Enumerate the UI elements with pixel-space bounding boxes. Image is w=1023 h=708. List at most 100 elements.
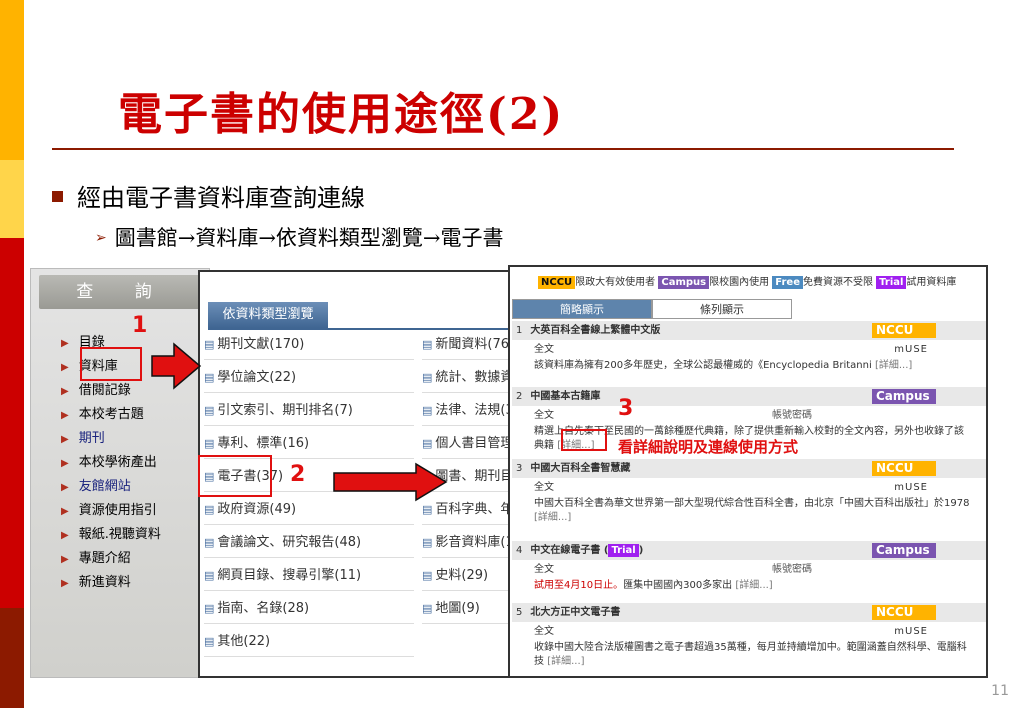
flag-icon: ▶ — [61, 338, 69, 349]
category-bibliography[interactable]: ▤個人書目管理(2) — [422, 429, 508, 459]
search-menu-panel: 查 詢 ▶ 目錄 ▶ 資料庫 ▶ 借閱記錄 ▶ 本校考古題 ▶ 期刊 ▶ 本校學術產出 ▶ 友… — [30, 268, 210, 678]
category-law[interactable]: ▤法律、法規(32) — [422, 396, 508, 426]
ebook-description: 該資料庫為擁有200多年歷史，全球公認最權威的《Encyclopedia Bri… — [534, 360, 872, 371]
arrow-right-icon — [333, 462, 448, 502]
muse-link[interactable]: mUSE — [894, 622, 928, 641]
decor-bar-light-yellow — [0, 160, 24, 238]
document-icon: ▤ — [422, 602, 433, 615]
bullet-sub: ➢ 圖書館→資料庫→依資料類型瀏覽→電子書 — [95, 222, 504, 252]
category-conference[interactable]: ▤ 會議論文、研究報告(48) — [204, 528, 414, 558]
decor-bar-yellow — [0, 0, 24, 160]
category-theses[interactable]: ▤ 學位論文(22) — [204, 363, 414, 393]
menu-item-newspapers[interactable]: ▶ 報紙.視聽資料 — [61, 523, 161, 542]
document-icon: ▤ — [204, 602, 215, 615]
document-icon: ▤ — [422, 371, 433, 384]
ebook-entry: 1 大英百科全書線上繁體中文版 NCCU 全文 mUSE 該資料庫為擁有200多年歷… — [512, 321, 986, 373]
document-icon: ▤ — [422, 569, 433, 582]
category-guides[interactable]: ▤ 指南、名錄(28) — [204, 594, 414, 624]
step-number-3: 3 — [618, 396, 634, 421]
step-number-1: 1 — [132, 313, 148, 338]
detail-link[interactable]: [詳細...] — [875, 360, 912, 371]
flag-icon: ▶ — [61, 482, 69, 493]
document-icon: ▤ — [204, 503, 215, 516]
menu-item-journals[interactable]: ▶ 期刊 — [61, 427, 105, 446]
ebook-title-link[interactable]: 大英百科全書線上繁體中文版 — [530, 325, 660, 336]
category-history[interactable]: ▤ 史料(29) — [422, 561, 508, 591]
document-icon: ▤ — [204, 635, 215, 648]
ebook-entry: 4 中文在線電子書 (Trial) Campus 全文 帳號密碼 試用至4月10日止… — [512, 541, 986, 593]
legend-campus-tag: Campus — [658, 276, 710, 289]
ebook-description: 匯集中國國內300多家出 — [623, 580, 733, 591]
bullet-main: 經由電子書資料庫查詢連線 — [52, 178, 365, 213]
trial-period-note: 試用至4月10日止。 — [534, 580, 624, 591]
flag-icon: ▶ — [61, 458, 69, 469]
document-icon: ▤ — [204, 437, 215, 450]
muse-link[interactable]: mUSE — [894, 340, 928, 359]
highlight-ebook-box — [198, 455, 272, 497]
bullet-main-text: 經由電子書資料庫查詢連線 — [77, 184, 365, 212]
flag-icon: ▶ — [61, 410, 69, 421]
category-news[interactable]: ▤ 新聞資料(76) — [422, 330, 508, 360]
menu-item-resource-guide[interactable]: ▶ 資源使用指引 — [61, 499, 157, 518]
document-icon: ▤ — [422, 338, 433, 351]
ebook-entry: 5 北大方正中文電子書 NCCU 全文 mUSE 收錄中國大陸合法版權圖書之電子書超… — [512, 603, 986, 669]
document-icon: ▤ — [422, 503, 433, 516]
menu-item-new-arrivals[interactable]: ▶ 新進資料 — [61, 571, 131, 590]
menu-item-research-output[interactable]: ▶ 本校學術產出 — [61, 451, 157, 470]
menu-item-topics[interactable]: ▶ 專題介紹 — [61, 547, 131, 566]
muse-link[interactable]: mUSE — [894, 478, 928, 497]
ebook-title-link[interactable]: 中文在線電子書 — [530, 545, 600, 556]
category-browse-header: 依資料類型瀏覽 — [208, 302, 328, 328]
category-periodicals[interactable]: ▤ 期刊文獻(170) — [204, 330, 414, 360]
search-menu-header: 查 詢 — [39, 275, 207, 309]
highlight-detail-box — [561, 429, 607, 451]
category-statistics[interactable]: ▤統計、數據資料( — [422, 363, 508, 393]
category-citation-index[interactable]: ▤ 引文索引、期刊排名(7) — [204, 396, 414, 426]
ebook-title-link[interactable]: 中國基本古籍庫 — [530, 391, 600, 402]
fulltext-label: 全文 — [534, 410, 554, 421]
menu-item-borrow-record[interactable]: ▶ 借閱記錄 — [61, 379, 131, 398]
access-badge: NCCU — [872, 323, 936, 338]
bullet-sub-text: 圖書館→資料庫→依資料類型瀏覽→電子書 — [114, 226, 504, 250]
ebook-title-link[interactable]: 北大方正中文電子書 — [530, 607, 620, 618]
ebook-description: 收錄中國大陸合法版權圖書之電子書超過35萬種，每月並持續增加中。範圍涵蓋自然科學… — [534, 642, 967, 667]
triangle-bullet-icon: ➢ — [95, 230, 107, 246]
account-password-label: 帳號密碼 — [772, 564, 812, 575]
document-icon: ▤ — [204, 536, 215, 549]
document-icon: ▤ — [204, 338, 215, 351]
step-number-2: 2 — [290, 462, 306, 487]
menu-item-partner-libraries[interactable]: ▶ 友館網站 — [61, 475, 131, 494]
fulltext-label: 全文 — [534, 344, 554, 355]
access-badge: Campus — [872, 389, 936, 404]
legend-free-tag: Free — [772, 276, 803, 289]
menu-item-exams[interactable]: ▶ 本校考古題 — [61, 403, 144, 422]
flag-icon: ▶ — [61, 554, 69, 565]
tab-list-view[interactable]: 條列顯示 — [652, 299, 792, 319]
access-legend: NCCU 限政大有效使用者 Campus 限校園內使用 Free 免費資源不受限 Tr… — [538, 273, 956, 289]
square-bullet-icon — [52, 191, 63, 202]
document-icon: ▤ — [422, 536, 433, 549]
tab-brief-view[interactable]: 簡略顯示 — [512, 299, 652, 319]
title-divider — [52, 148, 954, 150]
category-maps[interactable]: ▤ 地圖(9) — [422, 594, 508, 624]
category-web-directory[interactable]: ▤ 網頁目錄、搜尋引擎(11) — [204, 561, 414, 591]
trial-tag: Trial — [608, 544, 639, 557]
decor-bar-red — [0, 238, 24, 608]
category-other[interactable]: ▤ 其他(22) — [204, 627, 414, 657]
ebook-entry: 3 中國大百科全書智慧藏 NCCU 全文 mUSE 中國大百科全書為華文世界第一部大… — [512, 459, 986, 525]
fulltext-label: 全文 — [534, 564, 554, 575]
document-icon: ▤ — [422, 404, 433, 417]
flag-icon: ▶ — [61, 386, 69, 397]
category-av[interactable]: ▤影音資料庫(10) — [422, 528, 508, 558]
detail-link[interactable]: [詳細...] — [534, 512, 571, 523]
detail-link[interactable]: [詳細...] — [547, 656, 584, 667]
decor-bar-brown — [0, 608, 24, 708]
flag-icon: ▶ — [61, 362, 69, 373]
access-badge: NCCU — [872, 461, 936, 476]
detail-link[interactable]: [詳細...] — [735, 580, 772, 591]
account-password-label: 帳號密碼 — [772, 410, 812, 421]
ebook-title-link[interactable]: 中國大百科全書智慧藏 — [530, 463, 630, 474]
fulltext-label: 全文 — [534, 482, 554, 493]
flag-icon: ▶ — [61, 530, 69, 541]
flag-icon: ▶ — [61, 506, 69, 517]
